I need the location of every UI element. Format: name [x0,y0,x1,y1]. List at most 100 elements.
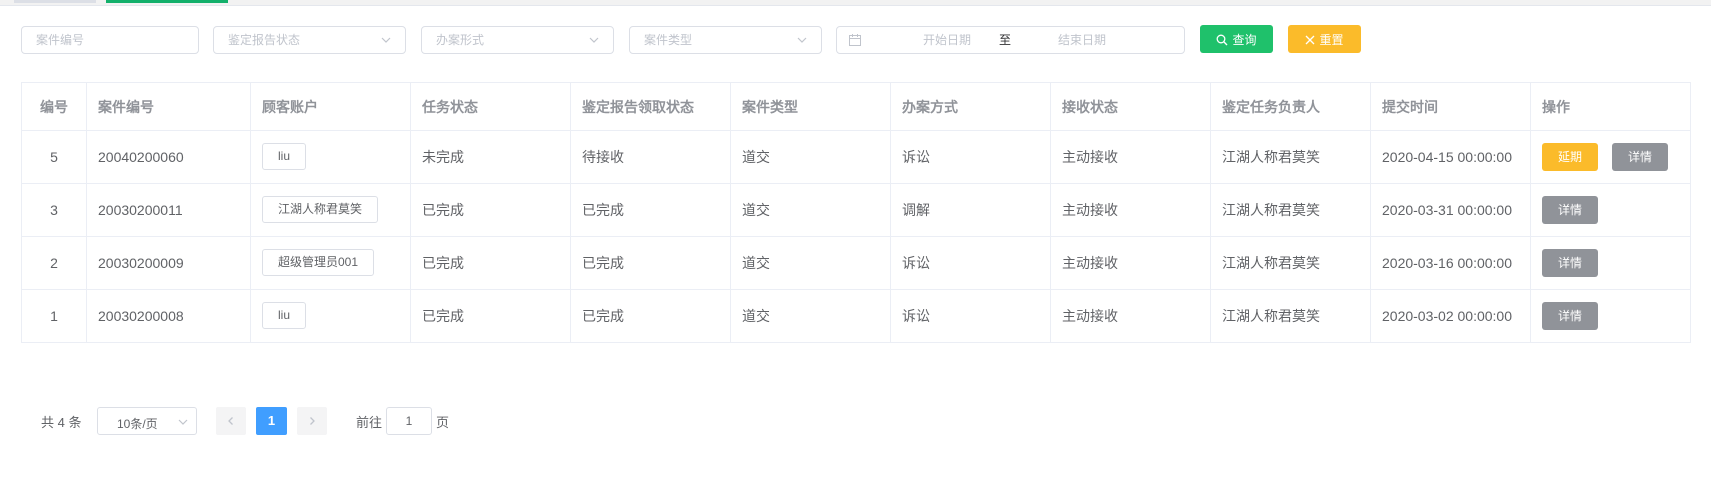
end-date-input[interactable]: 结束日期 [1042,33,1122,47]
pagination-total: 共 4 条 [41,415,82,430]
cell-submit-time: 2020-03-16 00:00:00 [1371,237,1531,289]
cell-case-no: 20030200008 [87,290,251,342]
cell-receive-status: 主动接收 [1051,131,1211,183]
column-header: 任务状态 [411,83,571,130]
account-tag[interactable]: liu [262,302,307,329]
cell-task-status: 已完成 [411,290,571,342]
date-separator: 至 [999,33,1012,47]
page-unit-label: 页 [436,415,450,430]
table-row: 1 20030200008 liu 已完成 已完成 道交 诉讼 主动接收 江湖人… [22,290,1690,342]
column-header: 接收状态 [1051,83,1211,130]
account-tag[interactable]: 超级管理员001 [262,249,375,276]
cell-task-status: 已完成 [411,237,571,289]
date-range-picker[interactable]: 开始日期 至 结束日期 [836,26,1185,54]
case-no-input[interactable]: 案件编号 [21,26,199,54]
cell-account: 超级管理员001 [251,237,411,289]
top-tab-strip [0,0,1711,6]
page-size-value: 10条/页 [117,417,158,431]
case-type-placeholder: 案件类型 [644,33,693,47]
delay-button[interactable]: 延期 [1542,143,1598,171]
cell-method: 诉讼 [891,237,1051,289]
table-row: 5 20040200060 liu 未完成 待接收 道交 诉讼 主动接收 江湖人… [22,131,1690,184]
cell-owner: 江湖人称君莫笑 [1211,184,1371,236]
goto-label: 前往 [356,415,383,430]
cell-actions: 详情 [1531,290,1690,342]
pagination: 共 4 条 10条/页 1 前往 1 页 [0,406,600,436]
cell-task-status: 未完成 [411,131,571,183]
column-header: 鉴定报告领取状态 [571,83,731,130]
cell-report-status: 已完成 [571,290,731,342]
top-tab-2-active[interactable] [106,0,228,3]
case-no-placeholder: 案件编号 [36,33,85,47]
page-size-select[interactable]: 10条/页 [97,407,197,435]
report-status-select[interactable]: 鉴定报告状态 [213,26,406,54]
table-row: 3 20030200011 江湖人称君莫笑 已完成 已完成 道交 调解 主动接收… [22,184,1690,237]
cell-account: liu [251,290,411,342]
column-header: 顾客账户 [251,83,411,130]
cell-owner: 江湖人称君莫笑 [1211,237,1371,289]
detail-button[interactable]: 详情 [1542,249,1598,277]
cell-method: 诉讼 [891,290,1051,342]
table-header: 编号 案件编号 顾客账户 任务状态 鉴定报告领取状态 案件类型 办案方式 接收状… [22,83,1690,131]
cell-case-no: 20030200011 [87,184,251,236]
cell-submit-time: 2020-03-31 00:00:00 [1371,184,1531,236]
next-page-button[interactable] [297,407,327,435]
cell-id: 5 [22,131,87,183]
chevron-down-icon [381,37,391,43]
cell-task-status: 已完成 [411,184,571,236]
cell-case-no: 20040200060 [87,131,251,183]
cell-submit-time: 2020-03-02 00:00:00 [1371,290,1531,342]
page-1-button[interactable]: 1 [256,407,287,435]
handle-form-placeholder: 办案形式 [436,33,485,47]
report-status-placeholder: 鉴定报告状态 [228,33,301,47]
search-button-label: 查询 [1232,32,1257,47]
account-tag[interactable]: liu [262,143,307,170]
cell-case-type: 道交 [731,131,891,183]
cell-case-type: 道交 [731,290,891,342]
search-icon [1217,34,1228,46]
detail-button[interactable]: 详情 [1612,143,1668,171]
cell-receive-status: 主动接收 [1051,237,1211,289]
top-tab-1[interactable] [14,0,96,3]
cell-report-status: 待接收 [571,131,731,183]
case-type-select[interactable]: 案件类型 [629,26,822,54]
close-icon [1306,35,1315,45]
cell-account: liu [251,131,411,183]
calendar-icon [849,34,861,46]
goto-page-input[interactable]: 1 [386,407,432,435]
search-button[interactable]: 查询 [1200,25,1273,53]
reset-button-label: 重置 [1319,32,1344,47]
prev-page-button[interactable] [216,407,246,435]
cell-receive-status: 主动接收 [1051,290,1211,342]
chevron-down-icon [797,37,807,43]
table-row: 2 20030200009 超级管理员001 已完成 已完成 道交 诉讼 主动接… [22,237,1690,290]
cell-method: 调解 [891,184,1051,236]
chevron-left-icon [228,417,233,425]
column-header: 办案方式 [891,83,1051,130]
cell-receive-status: 主动接收 [1051,184,1211,236]
cell-owner: 江湖人称君莫笑 [1211,290,1371,342]
column-header: 提交时间 [1371,83,1531,130]
cell-report-status: 已完成 [571,237,731,289]
chevron-right-icon [310,417,315,425]
cell-actions: 延期 详情 [1531,131,1690,183]
start-date-input[interactable]: 开始日期 [907,33,987,47]
column-header: 操作 [1542,98,1570,115]
column-header: 鉴定任务负责人 [1211,83,1371,130]
cell-submit-time: 2020-04-15 00:00:00 [1371,131,1531,183]
chevron-down-icon [589,37,599,43]
detail-button[interactable]: 详情 [1542,302,1598,330]
column-header: 编号 [22,83,87,130]
cell-account: 江湖人称君莫笑 [251,184,411,236]
case-table: 编号 案件编号 顾客账户 任务状态 鉴定报告领取状态 案件类型 办案方式 接收状… [21,82,1691,343]
cell-actions: 详情 [1531,184,1690,236]
cell-id: 3 [22,184,87,236]
account-tag[interactable]: 江湖人称君莫笑 [262,196,379,223]
reset-button[interactable]: 重置 [1288,25,1361,53]
handle-form-select[interactable]: 办案形式 [421,26,614,54]
cell-report-status: 已完成 [571,184,731,236]
cell-owner: 江湖人称君莫笑 [1211,131,1371,183]
column-header: 案件编号 [87,83,251,130]
cell-method: 诉讼 [891,131,1051,183]
detail-button[interactable]: 详情 [1542,196,1598,224]
